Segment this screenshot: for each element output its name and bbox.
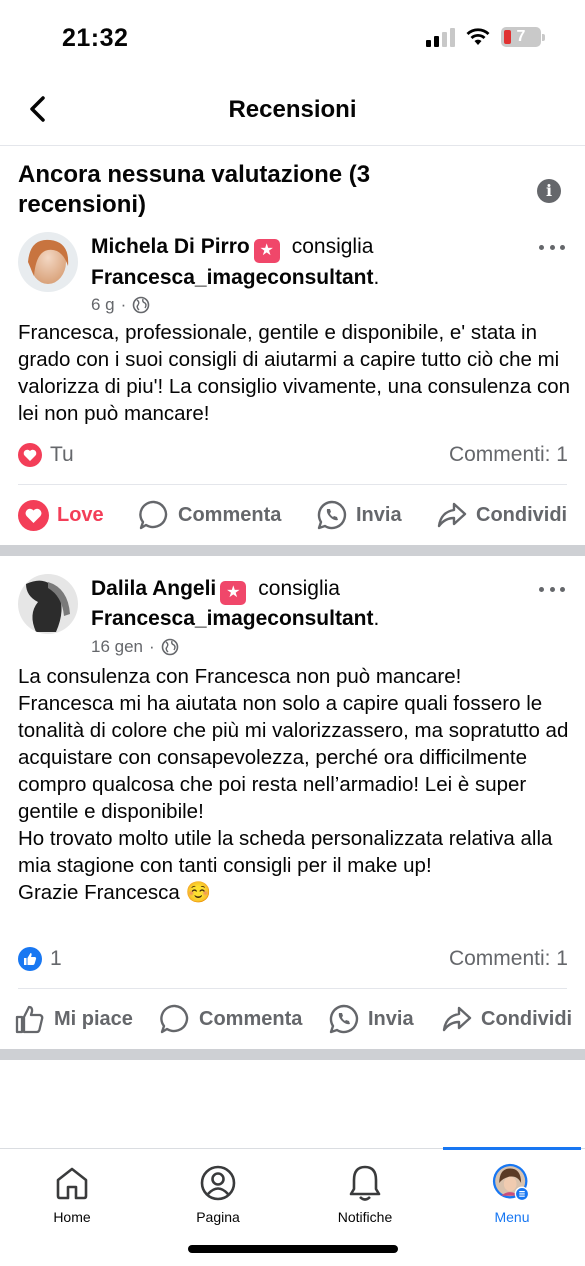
nav-menu[interactable]: Menu [452, 1149, 572, 1239]
share-label: Condividi [476, 503, 568, 526]
review-text: Francesca, professionale, gentile e disp… [18, 321, 571, 425]
comment-label: Commenta [178, 503, 282, 526]
reactions-row: 1 Commenti: 1 [18, 947, 568, 977]
page-name[interactable]: Francesca_imageconsultant. [91, 604, 379, 634]
love-icon [18, 499, 49, 531]
globe-icon [133, 296, 150, 314]
review-header: Dalila Angeli ★ consiglia [91, 574, 340, 605]
page-name[interactable]: Francesca_imageconsultant. [91, 263, 379, 293]
reaction-count: 1 [50, 947, 62, 970]
divider [18, 988, 567, 989]
post-time: 16 gen [91, 637, 143, 656]
action-bar: Love Commenta Invia Condividi [0, 495, 585, 535]
share-button[interactable]: Condividi [436, 495, 567, 535]
page-name-text: Francesca_imageconsultant [91, 266, 374, 289]
comments-count[interactable]: Commenti: 1 [449, 947, 568, 971]
share-icon [442, 1006, 472, 1032]
battery-icon: 7 [501, 27, 541, 47]
send-label: Invia [356, 503, 402, 526]
bell-icon [349, 1165, 381, 1201]
rating-summary: Ancora nessuna valutazione (3 recensioni… [18, 161, 371, 218]
comment-icon [139, 500, 168, 530]
nav-home[interactable]: Home [12, 1149, 132, 1239]
cellular-signal-icon [426, 27, 455, 47]
menu-avatar-icon [492, 1163, 530, 1202]
wifi-icon [466, 28, 490, 45]
post-time: 6 g [91, 295, 115, 314]
comment-button[interactable]: Commenta [138, 495, 281, 535]
recommend-star-icon: ★ [220, 581, 247, 605]
send-button[interactable]: Invia [316, 495, 402, 535]
bottom-nav: Home Pagina Notifiche Menu [0, 1147, 585, 1239]
comments-count[interactable]: Commenti: 1 [449, 443, 568, 467]
author-name[interactable]: Michela Di Pirro [91, 235, 250, 258]
recommend-star-icon: ★ [253, 239, 280, 263]
reaction-summary[interactable]: Tu [18, 443, 74, 467]
reaction-summary[interactable]: 1 [18, 947, 62, 971]
nav-page[interactable]: Pagina [158, 1149, 278, 1239]
share-label: Condividi [481, 1007, 573, 1030]
more-options-button[interactable] [539, 584, 565, 594]
review-text: La consulenza con Francesca non può manc… [18, 665, 569, 904]
send-label: Invia [368, 1007, 414, 1030]
post-meta: 6 g · [91, 295, 150, 315]
battery-level: 7 [516, 28, 526, 45]
nav-label: Notifiche [337, 1209, 393, 1225]
section-separator [0, 545, 585, 556]
recommend-verb: consiglia [258, 577, 340, 600]
nav-label: Pagina [196, 1209, 240, 1225]
avatar[interactable] [18, 574, 78, 634]
avatar[interactable] [18, 232, 78, 292]
like-reaction-icon [18, 947, 42, 971]
recommend-verb: consiglia [291, 235, 374, 258]
comment-icon [160, 1004, 189, 1034]
home-icon [56, 1167, 88, 1200]
whatsapp-icon [329, 1004, 359, 1034]
status-bar: 21:32 7 [0, 0, 585, 76]
status-icons: 7 [426, 27, 545, 47]
nav-label: Menu [494, 1209, 530, 1225]
reaction-label: Tu [50, 443, 74, 466]
share-button[interactable]: Condividi [441, 999, 572, 1039]
love-button[interactable]: Love [18, 495, 104, 535]
nav-notifications[interactable]: Notifiche [305, 1149, 425, 1239]
author-name[interactable]: Dalila Angeli [91, 577, 216, 600]
love-reaction-icon [18, 443, 42, 467]
send-button[interactable]: Invia [328, 999, 414, 1039]
more-options-button[interactable] [539, 242, 565, 252]
reactions-row: Tu Commenti: 1 [18, 443, 568, 473]
info-icon[interactable]: i [537, 179, 561, 203]
status-time: 21:32 [62, 24, 129, 52]
section-separator [0, 1049, 585, 1060]
whatsapp-icon [317, 500, 347, 530]
like-button[interactable]: Mi piace [14, 999, 133, 1039]
page-name-text: Francesca_imageconsultant [91, 607, 374, 630]
review-header: Michela Di Pirro ★ consiglia [91, 232, 373, 263]
thumbs-up-icon [15, 1005, 44, 1034]
comment-label: Commenta [199, 1007, 303, 1030]
like-label: Mi piace [54, 1007, 133, 1030]
love-label: Love [57, 503, 104, 526]
page-title: Recensioni [228, 96, 357, 123]
share-icon [437, 502, 467, 528]
nav-label: Home [53, 1209, 91, 1225]
page-icon [200, 1165, 236, 1201]
home-indicator [188, 1245, 398, 1253]
action-bar: Mi piace Commenta Invia Condividi [0, 999, 585, 1039]
globe-icon [161, 638, 178, 656]
divider [18, 484, 567, 485]
post-meta: 16 gen · [91, 637, 179, 657]
header: Recensioni [0, 80, 585, 146]
comment-button[interactable]: Commenta [159, 999, 302, 1039]
